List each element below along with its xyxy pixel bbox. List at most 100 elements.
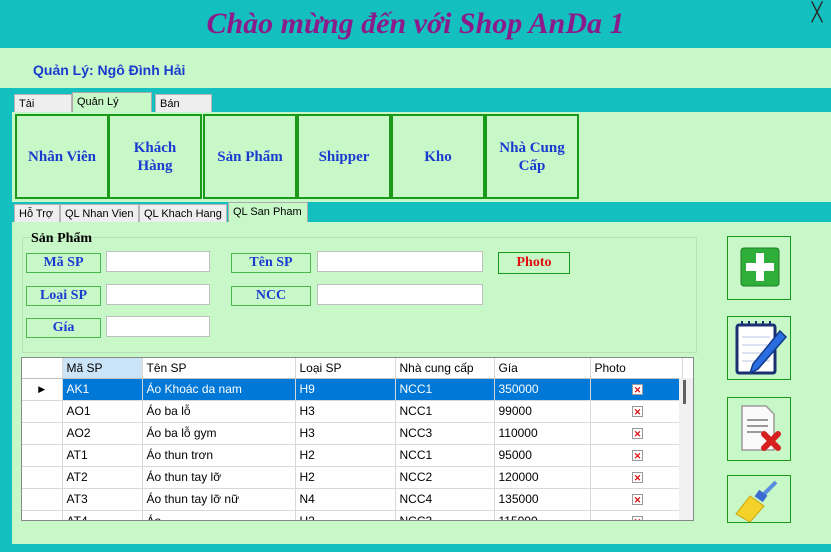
table-row[interactable]: ▶ AK1 Áo Khoác da nam H9 NCC1 350000 ✕ (22, 378, 683, 401)
col-header-photo[interactable]: Photo (590, 358, 683, 379)
table-cell[interactable]: Áo thun tay lỡ (142, 466, 296, 489)
shipper-button[interactable]: Shipper (297, 114, 391, 199)
table-cell[interactable]: 95000 (494, 444, 591, 467)
product-grid[interactable]: Mã SP Tên SP Loại SP Nhà cung cấp Gía Ph… (21, 357, 694, 521)
broken-image-icon: ✕ (632, 494, 643, 505)
khach-hang-button[interactable]: Khách Hàng (108, 114, 202, 199)
table-cell[interactable]: NCC2 (395, 466, 495, 489)
table-cell[interactable]: H2 (295, 510, 396, 520)
table-row[interactable]: AT1 Áo thun trơn H2 NCC1 95000 ✕ (22, 444, 683, 467)
shipper-label: Shipper (318, 148, 370, 165)
table-cell[interactable]: AO1 (62, 400, 143, 423)
table-cell[interactable]: Áo thun trơn (142, 444, 296, 467)
col-header-loai-sp[interactable]: Loại SP (295, 358, 396, 379)
table-row[interactable]: AT4Áo ...H2NCC3115000 ✕ (22, 510, 683, 520)
table-cell[interactable]: 135000 (494, 488, 591, 511)
row-header[interactable] (22, 510, 63, 520)
table-cell[interactable]: AT1 (62, 444, 143, 467)
table-row[interactable]: AT2 Áo thun tay lỡ H2 NCC2 120000 ✕ (22, 466, 683, 489)
ma-sp-input[interactable] (106, 251, 210, 272)
row-header[interactable]: ▶ (22, 378, 63, 401)
row-header[interactable] (22, 422, 63, 445)
kho-label: Kho (424, 148, 452, 165)
manager-label: Quản Lý: Ngô Đình Hải (33, 62, 186, 78)
photo-cell[interactable]: ✕ (590, 510, 683, 520)
san-pham-label: Sản Phẩm (217, 148, 283, 165)
table-cell[interactable]: H2 (295, 466, 396, 489)
col-header-ten-sp[interactable]: Tên SP (142, 358, 296, 379)
table-cell[interactable]: NCC3 (395, 422, 495, 445)
nhan-vien-button[interactable]: Nhân Viên (15, 114, 109, 199)
table-cell[interactable]: AO2 (62, 422, 143, 445)
table-cell[interactable]: Áo Khoác da nam (142, 378, 296, 401)
san-pham-button[interactable]: Sản Phẩm (203, 114, 297, 199)
table-cell[interactable]: H2 (295, 444, 396, 467)
table-cell[interactable]: NCC1 (395, 378, 495, 401)
table-cell[interactable]: Áo thun tay lỡ nữ (142, 488, 296, 511)
table-cell[interactable]: 115000 (494, 510, 591, 520)
table-cell[interactable]: 99000 (494, 400, 591, 423)
add-button[interactable] (727, 236, 791, 300)
photo-cell[interactable]: ✕ (590, 444, 683, 467)
table-cell[interactable]: N4 (295, 488, 396, 511)
table-cell[interactable]: AT2 (62, 466, 143, 489)
row-header[interactable] (22, 444, 63, 467)
table-cell[interactable]: H9 (295, 378, 396, 401)
tab-ql-nhan-vien[interactable]: QL Nhan Vien (60, 204, 139, 222)
row-header[interactable] (22, 400, 63, 423)
table-row[interactable]: AO2 Áo ba lỗ gym H3 NCC3 110000 ✕ (22, 422, 683, 445)
tab-tai-khoan[interactable]: Tài Khoản (14, 94, 72, 128)
photo-cell[interactable]: ✕ (590, 400, 683, 423)
table-cell[interactable]: H3 (295, 400, 396, 423)
close-icon[interactable]: ╳ (807, 3, 827, 23)
table-cell[interactable]: H3 (295, 422, 396, 445)
table-cell[interactable]: Áo ... (142, 510, 296, 520)
table-row[interactable]: AT3 Áo thun tay lỡ nữ N4 NCC4 135000 ✕ (22, 488, 683, 511)
delete-button[interactable] (727, 397, 791, 461)
row-header[interactable] (22, 466, 63, 489)
tab-ban-hang[interactable]: Bán Hàng (155, 94, 212, 128)
table-cell[interactable]: AT4 (62, 510, 143, 520)
loai-sp-input[interactable] (106, 284, 210, 305)
photo-cell[interactable]: ✕ (590, 466, 683, 489)
table-cell[interactable]: AK1 (62, 378, 143, 401)
group-title: Sản Phẩm (31, 231, 93, 246)
row-header[interactable] (22, 488, 63, 511)
broken-image-icon: ✕ (632, 406, 643, 417)
ten-sp-input[interactable] (317, 251, 483, 272)
tab-ql-khach-hang[interactable]: QL Khach Hang (139, 204, 227, 222)
grid-vertical-scrollbar[interactable] (679, 378, 693, 520)
tab-quan-ly-shop[interactable]: Quản Lý Shop (72, 92, 152, 126)
nha-cung-cap-button[interactable]: Nhà Cung Cấp (485, 114, 579, 199)
delete-document-icon (741, 405, 781, 451)
table-cell[interactable]: 350000 (494, 378, 591, 401)
ma-sp-label: Mã SP (26, 253, 101, 273)
tab-ho-tro[interactable]: Hỗ Trợ (14, 204, 60, 222)
clear-button[interactable] (727, 475, 791, 523)
table-cell[interactable]: Áo ba lỗ (142, 400, 296, 423)
table-cell[interactable]: Áo ba lỗ gym (142, 422, 296, 445)
photo-cell[interactable]: ✕ (590, 422, 683, 445)
scrollbar-thumb[interactable] (683, 380, 686, 404)
grid-corner (22, 358, 63, 379)
table-cell[interactable]: 110000 (494, 422, 591, 445)
table-cell[interactable]: NCC3 (395, 510, 495, 520)
photo-cell[interactable]: ✕ (590, 378, 683, 401)
table-cell[interactable]: 120000 (494, 466, 591, 489)
col-header-nha-cung-cap[interactable]: Nhà cung cấp (395, 358, 495, 379)
tab-ql-san-pham[interactable]: QL San Pham (228, 202, 308, 222)
ncc-input[interactable] (317, 284, 483, 305)
table-cell[interactable]: AT3 (62, 488, 143, 511)
edit-button[interactable] (727, 316, 791, 380)
gia-input[interactable] (106, 316, 210, 337)
photo-cell[interactable]: ✕ (590, 488, 683, 511)
col-header-gia[interactable]: Gía (494, 358, 591, 379)
table-cell[interactable]: NCC1 (395, 400, 495, 423)
col-header-ma-sp[interactable]: Mã SP (62, 358, 143, 379)
table-cell[interactable]: NCC1 (395, 444, 495, 467)
kho-button[interactable]: Kho (391, 114, 485, 199)
loai-sp-label: Loại SP (26, 286, 101, 306)
table-row[interactable]: AO1 Áo ba lỗ H3 NCC1 99000 ✕ (22, 400, 683, 423)
table-cell[interactable]: NCC4 (395, 488, 495, 511)
photo-label: Photo (498, 252, 570, 274)
